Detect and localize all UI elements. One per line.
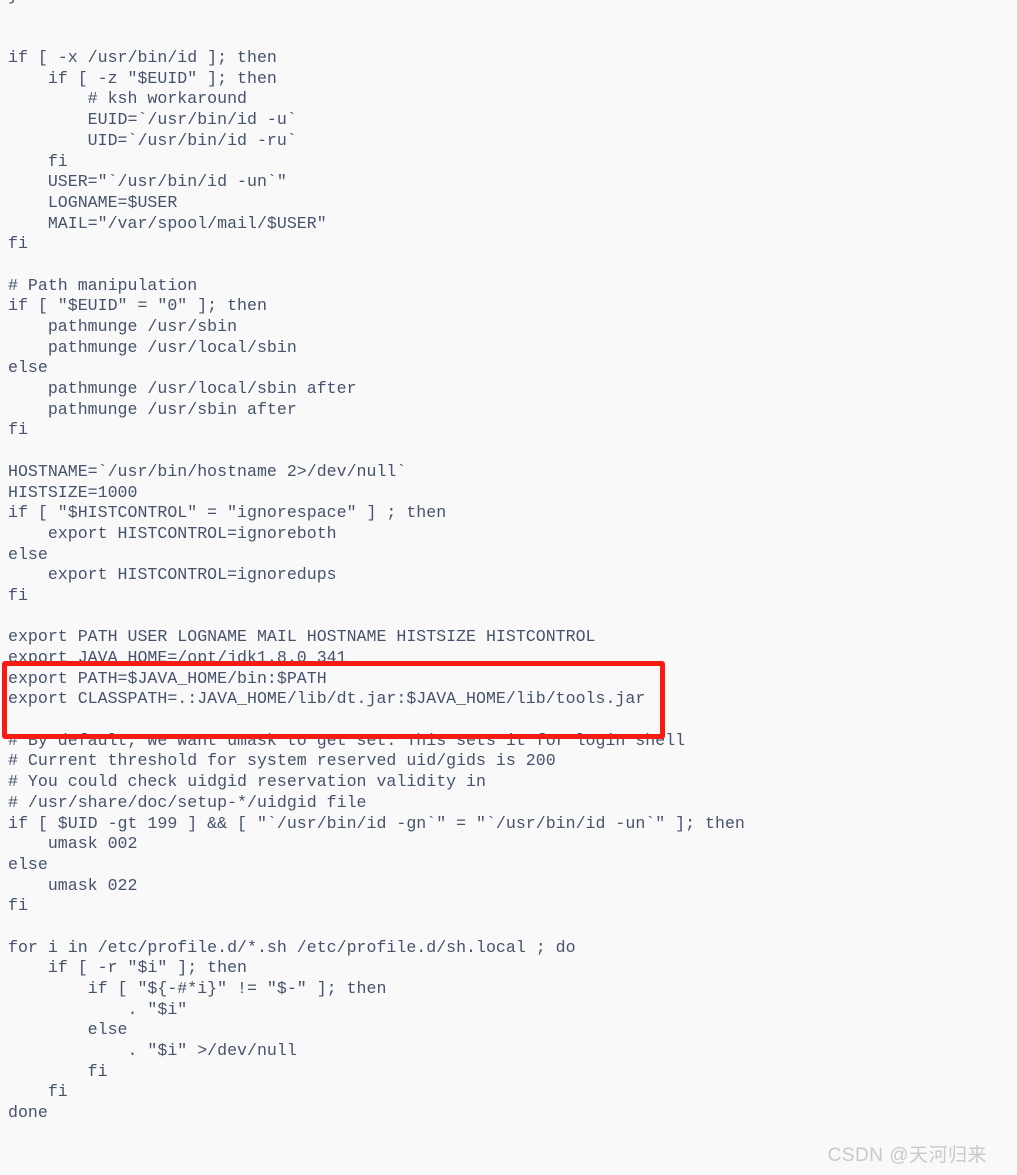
code-line: LOGNAME=$USER	[8, 192, 178, 212]
code-line: fi	[8, 234, 28, 254]
code-listing-surface: } if [ -x /usr/bin/id ]; then if [ -z "$…	[0, 0, 1017, 1175]
code-line: fi	[8, 151, 68, 171]
code-line: else	[8, 358, 48, 378]
shell-script-code[interactable]: } if [ -x /usr/bin/id ]; then if [ -z "$…	[8, 0, 745, 1124]
code-line: fi	[8, 1061, 108, 1081]
code-line: HOSTNAME=`/usr/bin/hostname 2>/dev/null`	[8, 461, 407, 481]
code-line: export PATH=$JAVA_HOME/bin:$PATH	[8, 668, 327, 688]
code-line: # /usr/share/doc/setup-*/uidgid file	[8, 792, 367, 812]
code-line: . "$i"	[8, 999, 188, 1019]
code-line: . "$i" >/dev/null	[8, 1041, 297, 1061]
code-line: pathmunge /usr/local/sbin after	[8, 379, 357, 399]
code-line: fi	[8, 420, 28, 440]
code-line: umask 022	[8, 875, 138, 895]
code-line: else	[8, 1020, 128, 1040]
code-line: umask 002	[8, 834, 138, 854]
code-line: # Path manipulation	[8, 275, 198, 295]
code-line: export HISTCONTROL=ignoreboth	[8, 523, 337, 543]
code-line: else	[8, 544, 48, 564]
code-line: else	[8, 854, 48, 874]
code-line: fi	[8, 1082, 68, 1102]
clipped-bottom-code-line: .	[8, 1169, 58, 1175]
code-line: # You could check uidgid reservation val…	[8, 772, 486, 792]
code-line: # Current threshold for system reserved …	[8, 751, 556, 771]
code-line: done	[8, 1103, 48, 1123]
code-line: UID=`/usr/bin/id -ru`	[8, 130, 297, 150]
code-line: if [ $UID -gt 199 ] && [ "`/usr/bin/id -…	[8, 813, 745, 833]
code-line: HISTSIZE=1000	[8, 482, 138, 502]
code-line: pathmunge /usr/local/sbin	[8, 337, 297, 357]
code-line: pathmunge /usr/sbin after	[8, 399, 297, 419]
csdn-watermark: CSDN @天河归来	[827, 1145, 987, 1166]
code-line: fi	[8, 585, 28, 605]
code-line: export HISTCONTROL=ignoredups	[8, 565, 337, 585]
code-line: }	[8, 0, 745, 7]
code-line: MAIL="/var/spool/mail/$USER"	[8, 213, 327, 233]
code-line: export JAVA_HOME=/opt/jdk1.8.0_341	[8, 648, 347, 667]
code-line: if [ -r "$i" ]; then	[8, 958, 247, 978]
code-line: for i in /etc/profile.d/*.sh /etc/profil…	[8, 937, 576, 957]
code-line: pathmunge /usr/sbin	[8, 317, 238, 336]
code-line: if [ "$HISTCONTROL" = "ignorespace" ] ; …	[8, 503, 447, 523]
code-line: export CLASSPATH=.:JAVA_HOME/lib/dt.jar:…	[8, 689, 646, 709]
code-line: # By default, we want umask to get set. …	[8, 730, 686, 750]
code-line: if [ "$EUID" = "0" ]; then	[8, 296, 267, 316]
code-line: # ksh workaround	[8, 89, 247, 109]
code-line: export PATH USER LOGNAME MAIL HOSTNAME H…	[8, 627, 596, 647]
code-line: USER="`/usr/bin/id -un`"	[8, 172, 287, 192]
code-line: fi	[8, 896, 28, 916]
code-line: if [ "${-#*i}" != "$-" ]; then	[8, 979, 387, 998]
code-line: if [ -z "$EUID" ]; then	[8, 68, 277, 88]
code-line: if [ -x /usr/bin/id ]; then	[8, 48, 277, 68]
code-line: EUID=`/usr/bin/id -u`	[8, 110, 297, 130]
